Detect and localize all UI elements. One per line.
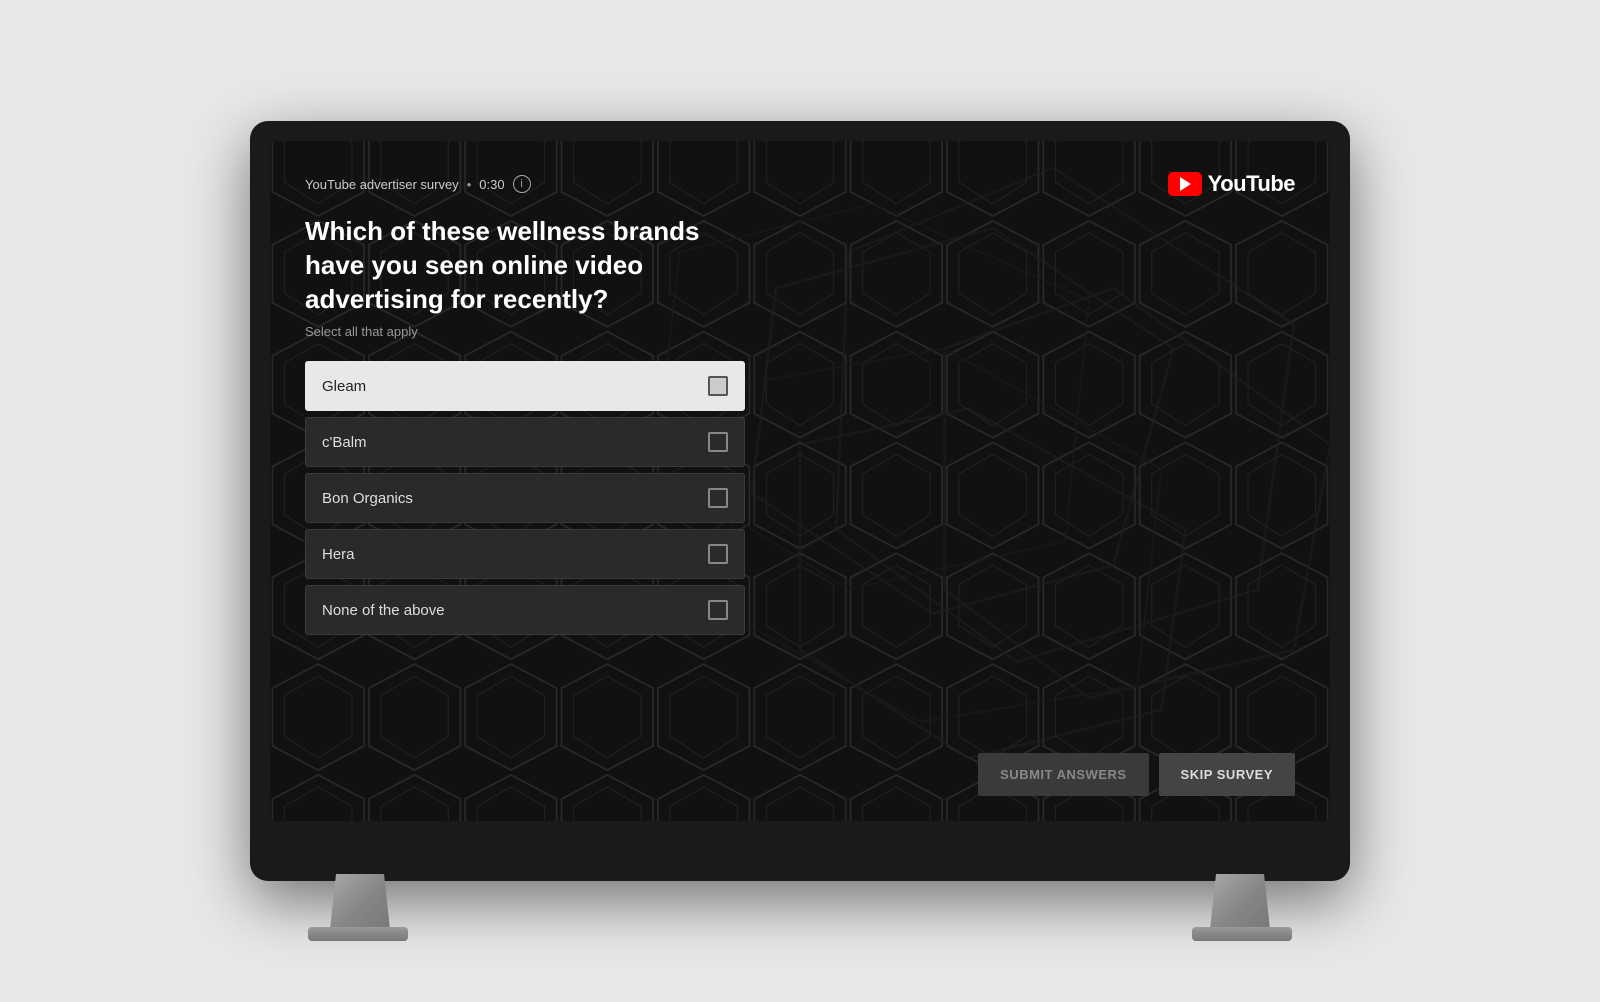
option-item-none[interactable]: None of the above xyxy=(305,585,745,635)
tv-stand-right xyxy=(1210,874,1270,929)
option-label-cbalm: c'Balm xyxy=(322,434,367,451)
option-item-hera[interactable]: Hera xyxy=(305,529,745,579)
info-symbol: i xyxy=(520,178,522,190)
info-icon[interactable]: i xyxy=(513,175,531,193)
survey-label: YouTube advertiser survey xyxy=(305,177,459,192)
question-subtitle: Select all that apply xyxy=(305,324,1295,339)
survey-meta: YouTube advertiser survey • 0:30 i xyxy=(305,175,531,193)
tv-feet-right xyxy=(1192,927,1292,941)
bottom-buttons: SUBMIT ANSWERS SKIP SURVEY xyxy=(978,753,1295,796)
option-item-gleam[interactable]: Gleam xyxy=(305,361,745,411)
option-label-bon-organics: Bon Organics xyxy=(322,490,413,507)
tv-feet-left xyxy=(308,927,408,941)
option-checkbox-gleam xyxy=(708,376,728,396)
question-title: Which of these wellness brands have you … xyxy=(305,215,765,316)
option-label-none: None of the above xyxy=(322,602,445,619)
option-item-cbalm[interactable]: c'Balm xyxy=(305,417,745,467)
option-checkbox-bon-organics xyxy=(708,488,728,508)
timer: 0:30 xyxy=(479,177,504,192)
top-bar: YouTube advertiser survey • 0:30 i YouTu… xyxy=(305,171,1295,197)
screen-content: YouTube advertiser survey • 0:30 i YouTu… xyxy=(270,141,1330,821)
option-checkbox-hera xyxy=(708,544,728,564)
skip-survey-button[interactable]: SKIP SURVEY xyxy=(1159,753,1295,796)
separator-dot: • xyxy=(467,177,472,192)
tv-stand-left xyxy=(330,874,390,929)
youtube-play-icon xyxy=(1168,172,1202,196)
submit-answers-button[interactable]: SUBMIT ANSWERS xyxy=(978,753,1148,796)
youtube-logo: YouTube xyxy=(1168,171,1295,197)
option-label-gleam: Gleam xyxy=(322,378,366,395)
option-checkbox-none xyxy=(708,600,728,620)
youtube-wordmark: YouTube xyxy=(1208,171,1295,197)
option-checkbox-cbalm xyxy=(708,432,728,452)
tv-screen: YouTube advertiser survey • 0:30 i YouTu… xyxy=(270,141,1330,821)
tv-frame: YouTube advertiser survey • 0:30 i YouTu… xyxy=(250,121,1350,881)
option-item-bon-organics[interactable]: Bon Organics xyxy=(305,473,745,523)
option-label-hera: Hera xyxy=(322,546,355,563)
options-list: Gleam c'Balm Bon Organics Hera None of the a… xyxy=(305,361,745,635)
